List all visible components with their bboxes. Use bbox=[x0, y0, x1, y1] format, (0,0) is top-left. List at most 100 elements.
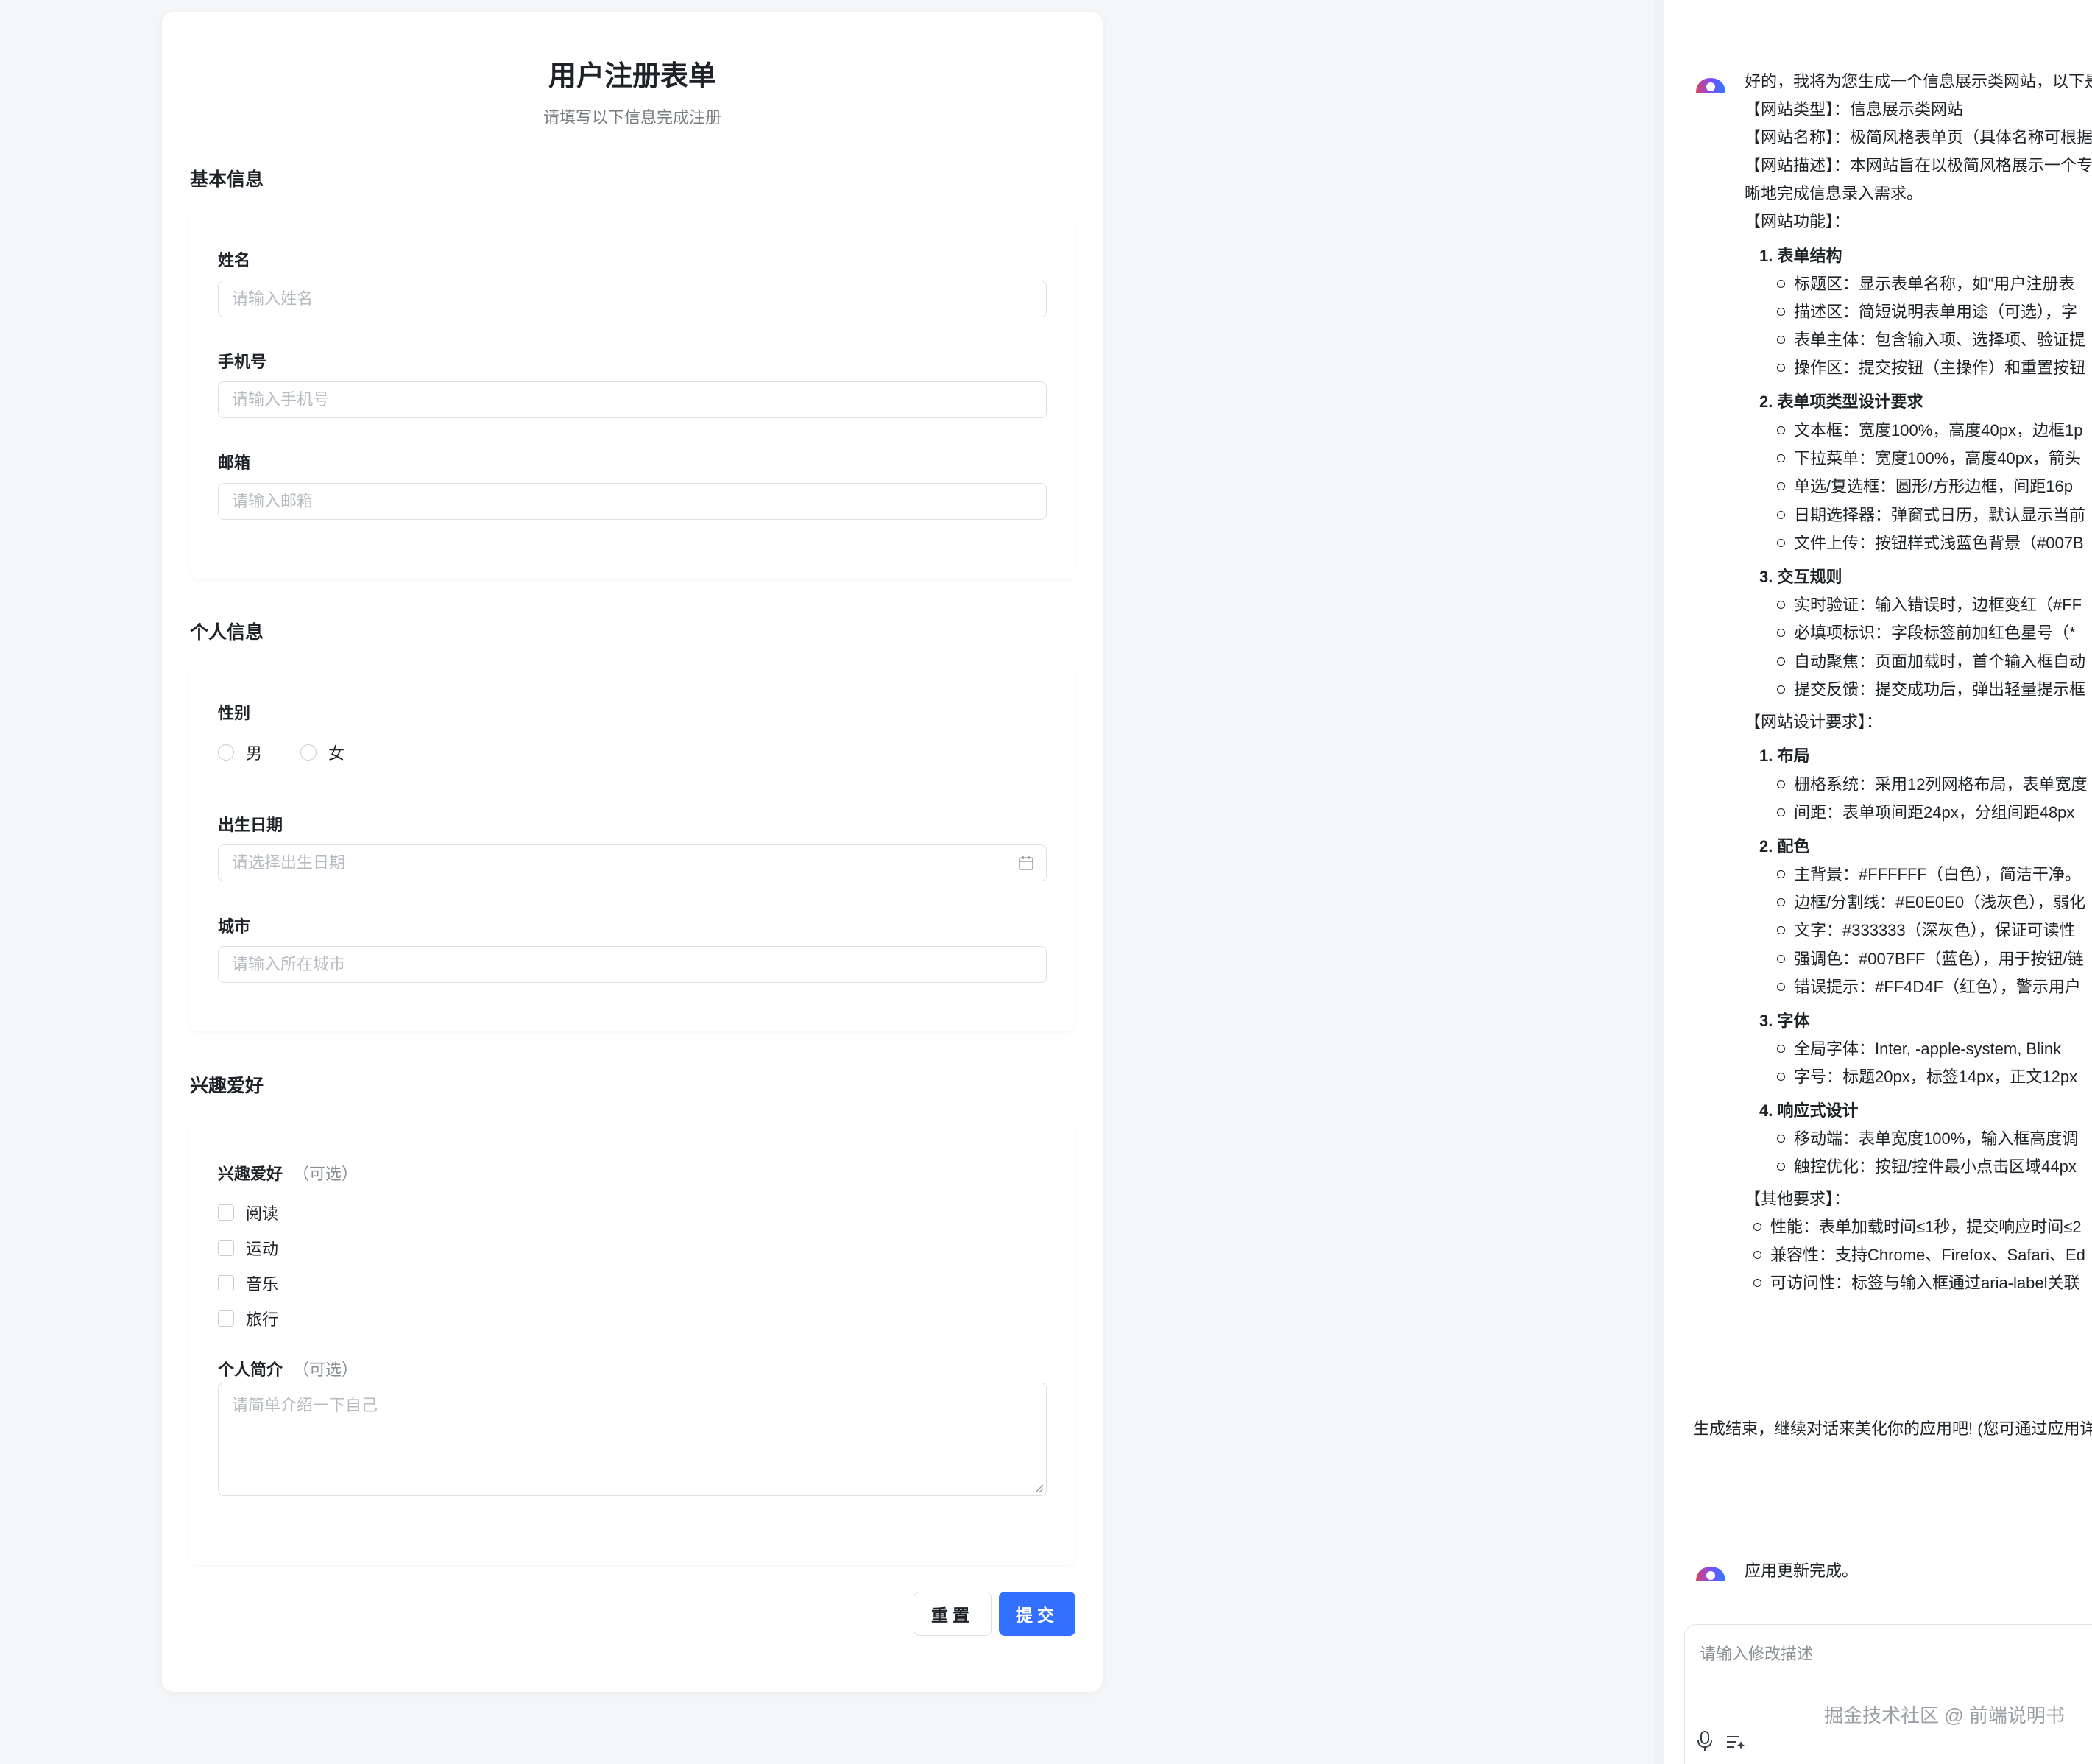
checkbox-square-icon bbox=[218, 1310, 234, 1327]
assistant-avatar-icon bbox=[1696, 1567, 1725, 1581]
msg-group-title: 1. 布局 bbox=[1759, 747, 1810, 765]
reset-button[interactable]: 重置 bbox=[914, 1592, 992, 1636]
msg-bullet: 主背景：#FFFFFF（白色），简洁干净。 bbox=[1777, 861, 2081, 889]
calendar-icon[interactable] bbox=[1018, 855, 1034, 871]
hobby-label-text: 兴趣爱好 bbox=[218, 1165, 283, 1183]
watermark: 掘金技术社区 @ 前端说明书 bbox=[1824, 1704, 2065, 1726]
form-subtitle: 请填写以下信息完成注册 bbox=[543, 108, 721, 127]
msg-bullet: 提交反馈：提交成功后，弹出轻量提示框 bbox=[1777, 676, 2085, 704]
radio-circle-icon bbox=[300, 744, 317, 761]
email-label: 邮箱 bbox=[218, 454, 251, 472]
msg-group-title: 4. 响应式设计 bbox=[1759, 1101, 1859, 1120]
bio-textarea[interactable]: 请简单介绍一下自己 bbox=[218, 1383, 1047, 1496]
gender-label: 性别 bbox=[218, 704, 251, 722]
chat-messages: 好的，我将为您生成一个信息展示类网站，以下是 【网站类型】：信息展示类网站 【网… bbox=[1664, 0, 2092, 1764]
hobby-checkbox-reading[interactable]: 阅读 bbox=[218, 1201, 278, 1224]
gender-radio-male[interactable]: 男 bbox=[218, 741, 262, 764]
msg-bullet: 错误提示：#FF4D4F（红色），警示用户 bbox=[1777, 973, 2081, 1001]
checkbox-square-icon bbox=[218, 1240, 234, 1256]
msg-group-title: 3. 字体 bbox=[1759, 1012, 1810, 1030]
chat-input-placeholder: 请输入修改描述 bbox=[1700, 1645, 1814, 1663]
phone-label: 手机号 bbox=[218, 353, 267, 371]
chat-panel: 好的，我将为您生成一个信息展示类网站，以下是 【网站类型】：信息展示类网站 【网… bbox=[1655, 0, 2092, 1764]
msg-group-title: 2. 配色 bbox=[1759, 837, 1810, 855]
name-label: 姓名 bbox=[218, 251, 251, 269]
section-title-personal: 个人信息 bbox=[190, 622, 264, 643]
checkbox-square-icon bbox=[218, 1204, 234, 1221]
msg-bullet: 字号：标题20px，标签14px，正文12px bbox=[1777, 1063, 2077, 1091]
birthday-label: 出生日期 bbox=[218, 816, 283, 834]
msg-bullet: 性能：表单加载时间≤1秒，提交响应时间≤2 bbox=[1753, 1213, 2082, 1241]
msg-bullet: 可访问性：标签与输入框通过aria-label关联 bbox=[1753, 1269, 2080, 1297]
msg-bullet: 文件上传：按钮样式浅蓝色背景（#007B bbox=[1777, 529, 2084, 557]
msg-group-title: 2. 表单项类型设计要求 bbox=[1759, 392, 1923, 411]
section-title-basic: 基本信息 bbox=[190, 169, 264, 190]
msg-bullet: 描述区：简短说明表单用途（可选），字 bbox=[1777, 298, 2077, 326]
phone-input[interactable]: 请输入手机号 bbox=[218, 381, 1047, 418]
msg-bullet: 文本框：宽度100%，高度40px，边框1p bbox=[1777, 417, 2082, 445]
msg-bullet: 移动端：表单宽度100%，输入框高度调 bbox=[1777, 1125, 2078, 1153]
optional-tag: （可选） bbox=[293, 1361, 358, 1379]
msg-bullet: 必填项标识：字段标签前加红色星号（* bbox=[1777, 619, 2076, 647]
gender-option-label: 女 bbox=[328, 744, 345, 763]
msg-bullet: 全局字体：Inter, -apple-system, Blink bbox=[1777, 1035, 2061, 1063]
msg-features-title: 【网站功能】： bbox=[1745, 212, 1851, 230]
form-title: 用户注册表单 bbox=[548, 61, 716, 92]
bio-label-text: 个人简介 bbox=[218, 1361, 283, 1379]
hobby-checkbox-travel[interactable]: 旅行 bbox=[218, 1307, 278, 1330]
hobby-checkbox-music[interactable]: 音乐 bbox=[218, 1271, 278, 1295]
name-input[interactable]: 请输入姓名 bbox=[218, 281, 1047, 317]
msg-bullet: 文字：#333333（深灰色），保证可读性 bbox=[1777, 917, 2076, 945]
msg-bullet: 栅格系统：采用12列网格布局，表单宽度 bbox=[1777, 771, 2087, 799]
app-root: 用户注册表单 请填写以下信息完成注册 基本信息 姓名 请输入姓名 手机号 请输入… bbox=[0, 0, 2092, 1764]
msg-bullet: 兼容性：支持Chrome、Firefox、Safari、Ed bbox=[1753, 1241, 2085, 1269]
bio-placeholder: 请简单介绍一下自己 bbox=[232, 1396, 378, 1414]
hobby-option-label: 阅读 bbox=[246, 1204, 279, 1223]
msg-bullet: 实时验证：输入错误时，边框变红（#FF bbox=[1777, 591, 2082, 619]
msg-bullet: 日期选择器：弹窗式日历，默认显示当前 bbox=[1777, 501, 2085, 529]
birthday-placeholder: 请选择出生日期 bbox=[232, 853, 346, 872]
msg-bullet: 间距：表单项间距24px，分组间距48px bbox=[1777, 799, 2074, 827]
resize-grip-icon[interactable] bbox=[1033, 1482, 1045, 1494]
hobby-checkbox-sports[interactable]: 运动 bbox=[218, 1236, 278, 1260]
email-input[interactable]: 请输入邮箱 bbox=[218, 483, 1047, 520]
msg-bullet: 表单主体：包含输入项、选择项、验证提 bbox=[1777, 326, 2085, 354]
submit-button[interactable]: 提交 bbox=[999, 1592, 1075, 1636]
msg-bullet: 标题区：显示表单名称，如“用户注册表 bbox=[1777, 270, 2074, 298]
radio-circle-icon bbox=[218, 744, 234, 761]
prompt-template-icon[interactable] bbox=[1725, 1733, 1746, 1751]
msg-site-name: 【网站名称】：极简风格表单页（具体名称可根据 bbox=[1745, 128, 2092, 147]
city-input[interactable]: 请输入所在城市 bbox=[218, 946, 1047, 983]
microphone-icon[interactable] bbox=[1696, 1730, 1714, 1752]
city-label: 城市 bbox=[218, 917, 251, 936]
msg-bullet: 操作区：提交按钮（主操作）和重置按钮 bbox=[1777, 354, 2085, 382]
checkbox-square-icon bbox=[218, 1275, 234, 1291]
msg-bullet: 单选/复选框：圆形/方形边框，间距16p bbox=[1777, 473, 2073, 501]
msg-bullet: 下拉菜单：宽度100%，高度40px，箭头 bbox=[1777, 445, 2081, 473]
section-title-hobbies: 兴趣爱好 bbox=[190, 1076, 264, 1096]
hobby-option-label: 音乐 bbox=[246, 1275, 279, 1294]
gender-radio-female[interactable]: 女 bbox=[300, 741, 344, 764]
msg-bullet: 触控优化：按钮/控件最小点击区域44px bbox=[1777, 1153, 2077, 1181]
msg-intro: 好的，我将为您生成一个信息展示类网站，以下是 bbox=[1745, 72, 2092, 91]
msg-site-desc: 【网站描述】：本网站旨在以极简风格展示一个专 bbox=[1745, 156, 2092, 174]
birthday-date-picker[interactable]: 请选择出生日期 bbox=[218, 844, 1047, 881]
hobby-option-label: 运动 bbox=[246, 1240, 279, 1258]
optional-tag: （可选） bbox=[293, 1165, 358, 1183]
assistant-avatar-icon bbox=[1696, 78, 1725, 93]
msg-bullet: 强调色：#007BFF（蓝色），用于按钮/链 bbox=[1777, 945, 2084, 973]
hobby-option-label: 旅行 bbox=[246, 1310, 279, 1329]
gender-option-label: 男 bbox=[246, 744, 263, 763]
msg-bullet: 边框/分割线：#E0E0E0（浅灰色），弱化 bbox=[1777, 889, 2085, 917]
msg-site-type: 【网站类型】：信息展示类网站 bbox=[1745, 100, 1964, 119]
generation-done-text: 生成结束，继续对话来美化你的应用吧! (您可通过应用详 bbox=[1693, 1419, 2092, 1438]
msg-bullet: 自动聚焦：页面加载时，首个输入框自动 bbox=[1777, 648, 2085, 676]
msg-site-desc-cont: 晰地完成信息录入需求。 bbox=[1745, 184, 1923, 202]
bio-label: 个人简介 （可选） bbox=[218, 1357, 358, 1380]
msg-group-title: 1. 表单结构 bbox=[1759, 247, 1842, 265]
msg-design-title: 【网站设计要求】： bbox=[1745, 713, 1883, 731]
msg-group-title: 3. 交互规则 bbox=[1759, 568, 1842, 586]
registration-form-card: 用户注册表单 请填写以下信息完成注册 基本信息 姓名 请输入姓名 手机号 请输入… bbox=[162, 12, 1103, 1692]
msg-other-title: 【其他要求】： bbox=[1745, 1190, 1851, 1208]
msg-update-complete: 应用更新完成。 bbox=[1745, 1562, 1859, 1580]
